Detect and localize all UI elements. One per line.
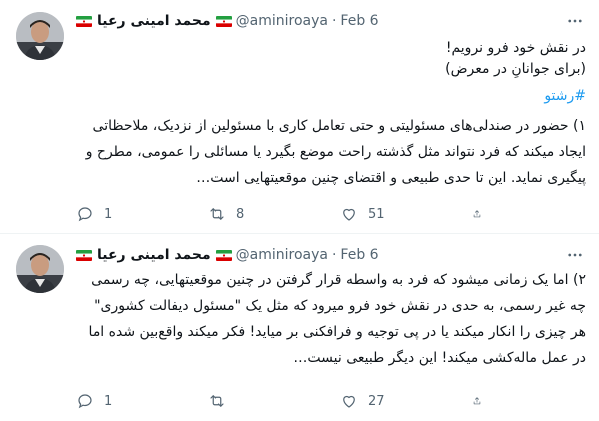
avatar-image <box>16 245 64 293</box>
tweet-line: (برای جوانانِ در معرض) <box>445 61 586 77</box>
tweet-text: در نقش خود فرو نرویم! (برای جوانانِ در م… <box>76 38 586 191</box>
retweet-count: 8 <box>236 206 245 222</box>
avatar-image <box>16 12 64 60</box>
retweet-button[interactable]: 8 <box>208 205 340 223</box>
iran-flag-icon <box>215 15 232 27</box>
author-name[interactable]: محمد امینی رعیا <box>97 247 211 263</box>
reply-count: 1 <box>104 393 113 409</box>
reply-count: 1 <box>104 206 113 222</box>
share-button[interactable] <box>472 392 492 410</box>
tweet-actions: 1 27 <box>76 391 506 411</box>
like-button[interactable]: 27 <box>340 392 472 410</box>
tweet-text: ۲) اما یک زمانی میشود که فرد به واسطه قر… <box>76 267 586 371</box>
reply-icon <box>78 207 92 222</box>
reply-button[interactable]: 1 <box>76 205 208 223</box>
separator-dot: · <box>331 247 337 263</box>
like-button[interactable]: 51 <box>340 205 472 223</box>
iran-flag-icon <box>215 249 232 261</box>
share-icon <box>473 397 481 405</box>
reply-icon <box>78 394 92 409</box>
tweet-line: در نقش خود فرو نرویم! <box>445 40 586 56</box>
author-handle[interactable]: @aminiroaya <box>236 247 328 263</box>
heart-icon <box>343 395 355 408</box>
more-horizontal-icon[interactable] <box>565 246 585 264</box>
retweet-icon <box>210 395 224 407</box>
separator-dot: · <box>331 13 337 29</box>
like-count: 51 <box>368 206 385 222</box>
hashtag-link[interactable]: #رشتو <box>76 86 586 107</box>
tweet-header: محمد امینی رعیا @aminiroaya · Feb 6 <box>76 11 379 31</box>
reply-button[interactable]: 1 <box>76 392 208 410</box>
avatar[interactable] <box>16 245 64 293</box>
tweet-paragraph: ۱) حضور در صندلی‌های مسئولیتی و حتی تعام… <box>85 118 586 186</box>
avatar[interactable] <box>16 12 64 60</box>
tweet-actions: 1 8 51 <box>76 204 506 224</box>
tweet-date[interactable]: Feb 6 <box>340 13 378 29</box>
author-handle[interactable]: @aminiroaya <box>236 13 328 29</box>
author-name[interactable]: محمد امینی رعیا <box>97 13 211 29</box>
tweet-paragraph: ۲) اما یک زمانی میشود که فرد به واسطه قر… <box>88 272 586 366</box>
tweet[interactable]: محمد امینی رعیا @aminiroaya · Feb 6 ۲) ا… <box>0 235 599 421</box>
heart-icon <box>343 208 355 221</box>
like-count: 27 <box>368 393 385 409</box>
share-button[interactable] <box>472 205 492 223</box>
tweet-header: محمد امینی رعیا @aminiroaya · Feb 6 <box>76 245 379 265</box>
iran-flag-icon <box>76 249 92 261</box>
tweet-date[interactable]: Feb 6 <box>340 247 378 263</box>
iran-flag-icon <box>76 15 92 27</box>
retweet-button[interactable] <box>208 392 340 410</box>
share-icon <box>473 210 481 218</box>
tweet[interactable]: محمد امینی رعیا @aminiroaya · Feb 6 در ن… <box>0 0 599 234</box>
more-horizontal-icon[interactable] <box>565 12 585 30</box>
retweet-icon <box>210 208 224 220</box>
